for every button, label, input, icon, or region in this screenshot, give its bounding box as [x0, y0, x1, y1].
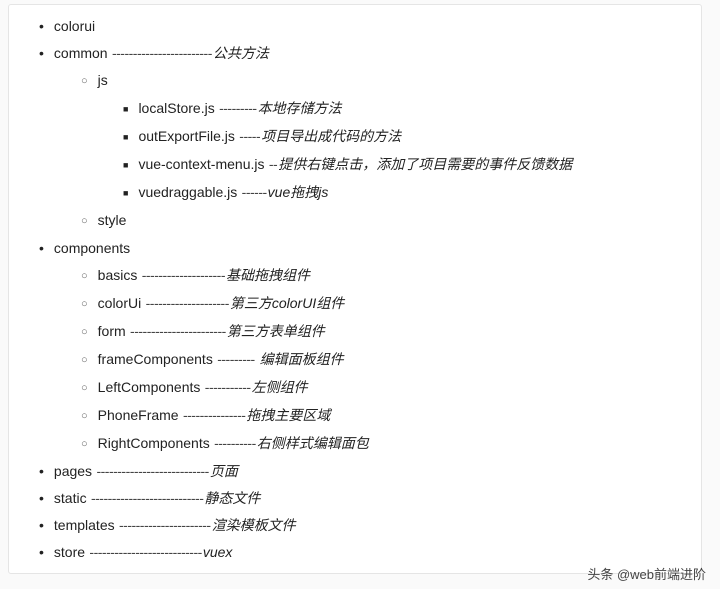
tree-item: LeftComponents -----------左侧组件: [81, 374, 701, 402]
item-description: 第三方表单组件: [227, 323, 325, 339]
item-name: form: [98, 323, 126, 339]
item-description: 拖拽主要区域: [246, 407, 330, 423]
tree-item: PhoneFrame ---------------拖拽主要区域: [81, 402, 701, 430]
item-name: common: [54, 45, 108, 61]
directory-tree: colorui common ------------------------公…: [9, 13, 701, 566]
item-description: 本地存储方法: [258, 100, 342, 116]
item-description: 静态文件: [204, 490, 260, 506]
item-name: components: [54, 240, 130, 256]
tree-item: static ---------------------------静态文件: [9, 485, 701, 512]
item-description: vuex: [203, 544, 233, 560]
item-separator: -----------------------: [127, 323, 226, 339]
item-separator: -----: [236, 128, 260, 144]
tree-item: localStore.js ---------本地存储方法: [123, 95, 701, 123]
item-name: RightComponents: [98, 435, 210, 451]
tree-item: vuedraggable.js ------vue拖拽js: [123, 179, 701, 207]
item-separator: ----------------------: [116, 517, 211, 533]
item-description: 基础拖拽组件: [226, 267, 310, 283]
item-separator: ----------: [211, 435, 256, 451]
item-name: pages: [54, 463, 92, 479]
code-structure-card: colorui common ------------------------公…: [8, 4, 702, 574]
item-description: 项目导出成代码的方法: [261, 128, 401, 144]
item-description: 编辑面板组件: [256, 351, 344, 367]
item-separator: ---------------------------: [86, 544, 202, 560]
tree-item: colorui: [9, 13, 701, 40]
item-name: store: [54, 544, 85, 560]
item-description: vue拖拽js: [268, 184, 329, 200]
item-separator: ---------------------------: [88, 490, 204, 506]
tree-item: style: [81, 207, 701, 235]
item-description: 渲染模板文件: [212, 517, 296, 533]
item-separator: ------: [238, 184, 266, 200]
tree-item: vue-context-menu.js --提供右键点击，添加了项目需要的事件反…: [123, 151, 701, 179]
item-name: style: [98, 212, 127, 228]
item-name: colorui: [54, 18, 95, 34]
item-name: static: [54, 490, 87, 506]
tree-item: RightComponents ----------右侧样式编辑面包: [81, 430, 701, 458]
item-separator: ---------: [216, 100, 257, 116]
item-name: outExportFile.js: [138, 128, 234, 144]
item-name: colorUi: [98, 295, 142, 311]
tree-item: basics --------------------基础拖拽组件: [81, 262, 701, 290]
item-description: 右侧样式编辑面包: [257, 435, 369, 451]
item-description: 页面: [210, 463, 238, 479]
item-separator: --: [266, 156, 278, 172]
tree-item: outExportFile.js -----项目导出成代码的方法: [123, 123, 701, 151]
item-separator: ---------------: [180, 407, 246, 423]
item-name: basics: [98, 267, 138, 283]
tree-item: frameComponents --------- 编辑面板组件: [81, 346, 701, 374]
item-name: frameComponents: [98, 351, 213, 367]
item-separator: --------------------: [138, 267, 225, 283]
item-separator: -----------: [201, 379, 250, 395]
item-description: 第三方colorUI组件: [230, 295, 344, 311]
item-description: 左侧组件: [252, 379, 308, 395]
tree-item: templates ----------------------渲染模板文件: [9, 512, 701, 539]
item-name: vuedraggable.js: [138, 184, 237, 200]
item-separator: ---------: [214, 351, 255, 367]
tree-item: colorUi --------------------第三方colorUI组件: [81, 290, 701, 318]
item-separator: ------------------------: [109, 45, 212, 61]
tree-item: js localStore.js ---------本地存储方法 outExpo…: [81, 67, 701, 207]
item-name: LeftComponents: [98, 379, 201, 395]
item-separator: ---------------------------: [93, 463, 209, 479]
item-name: js: [98, 72, 108, 88]
tree-item: form -----------------------第三方表单组件: [81, 318, 701, 346]
tree-item: pages ---------------------------页面: [9, 458, 701, 485]
item-description: 公共方法: [213, 45, 269, 61]
attribution-footer: 头条 @web前端进阶: [587, 564, 706, 583]
item-separator: --------------------: [142, 295, 229, 311]
item-name: vue-context-menu.js: [138, 156, 264, 172]
tree-item: common ------------------------公共方法 js l…: [9, 40, 701, 235]
tree-item: components basics --------------------基础…: [9, 235, 701, 458]
item-description: 提供右键点击，添加了项目需要的事件反馈数据: [278, 156, 572, 172]
tree-item: store ---------------------------vuex: [9, 539, 701, 566]
item-name: PhoneFrame: [98, 407, 179, 423]
item-name: localStore.js: [138, 100, 214, 116]
item-name: templates: [54, 517, 115, 533]
